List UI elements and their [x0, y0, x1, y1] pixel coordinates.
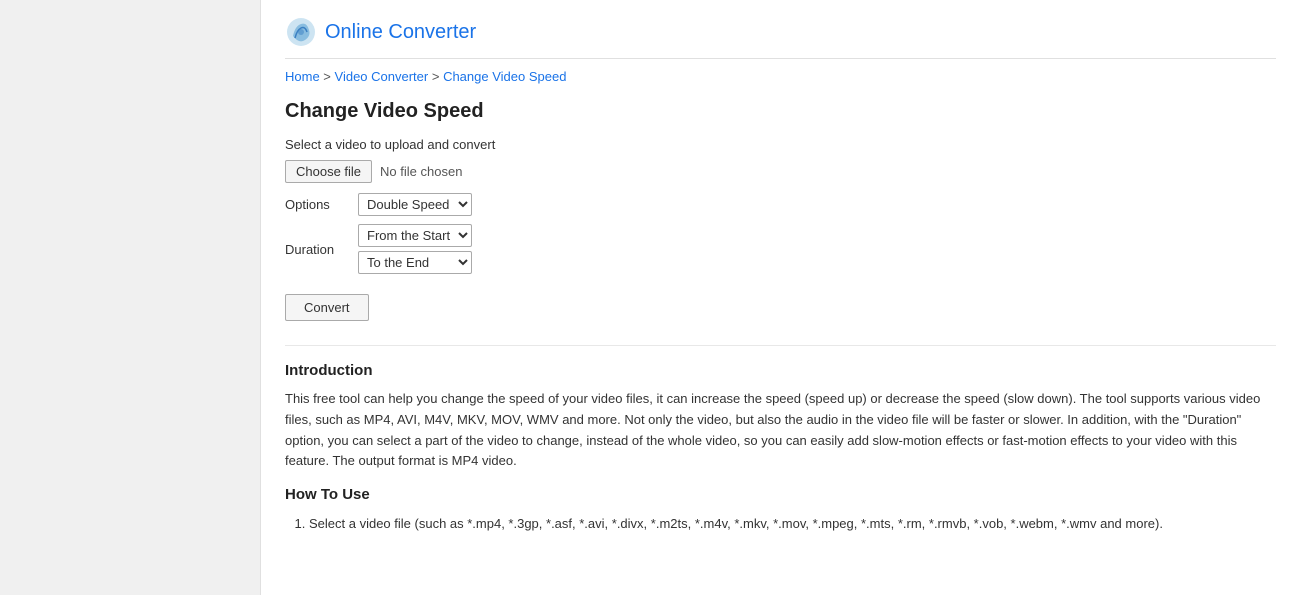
left-sidebar: [0, 0, 260, 595]
breadcrumb: Home > Video Converter > Change Video Sp…: [285, 69, 1276, 84]
choose-file-button[interactable]: Choose file: [285, 160, 372, 183]
duration-label: Duration: [285, 242, 350, 257]
introduction-heading: Introduction: [285, 362, 1276, 379]
how-to-use-heading: How To Use: [285, 486, 1276, 503]
introduction-text: This free tool can help you change the s…: [285, 389, 1276, 472]
site-title: Online Converter: [325, 21, 476, 44]
duration-to-select[interactable]: To the End: [358, 251, 472, 274]
page-title: Change Video Speed: [285, 100, 1276, 123]
site-header: Online Converter: [285, 16, 1276, 59]
no-file-text: No file chosen: [380, 164, 462, 179]
duration-selects: From the Start To the End: [358, 224, 472, 274]
main-content: Online Converter Home > Video Converter …: [260, 0, 1300, 595]
options-row: Options Half Speed Normal Speed Double S…: [285, 193, 1276, 216]
upload-label: Select a video to upload and convert: [285, 137, 1276, 152]
file-row: Choose file No file chosen: [285, 160, 1276, 183]
how-to-use-step-1: Select a video file (such as *.mp4, *.3g…: [309, 513, 1276, 535]
options-select[interactable]: Half Speed Normal Speed Double Speed 4x …: [358, 193, 472, 216]
convert-button[interactable]: Convert: [285, 294, 369, 321]
breadcrumb-video-converter[interactable]: Video Converter: [335, 69, 429, 84]
logo-icon: [285, 16, 317, 48]
breadcrumb-change-video-speed[interactable]: Change Video Speed: [443, 69, 566, 84]
breadcrumb-sep1: >: [320, 69, 335, 84]
breadcrumb-home[interactable]: Home: [285, 69, 320, 84]
introduction-section: Introduction This free tool can help you…: [285, 345, 1276, 472]
duration-from-select[interactable]: From the Start: [358, 224, 472, 247]
options-label: Options: [285, 197, 350, 212]
breadcrumb-sep2: >: [428, 69, 443, 84]
convert-button-wrapper: Convert: [285, 282, 1276, 321]
duration-row: Duration From the Start To the End: [285, 224, 1276, 274]
how-to-use-list: Select a video file (such as *.mp4, *.3g…: [309, 513, 1276, 535]
how-to-use-section: How To Use Select a video file (such as …: [285, 486, 1276, 535]
